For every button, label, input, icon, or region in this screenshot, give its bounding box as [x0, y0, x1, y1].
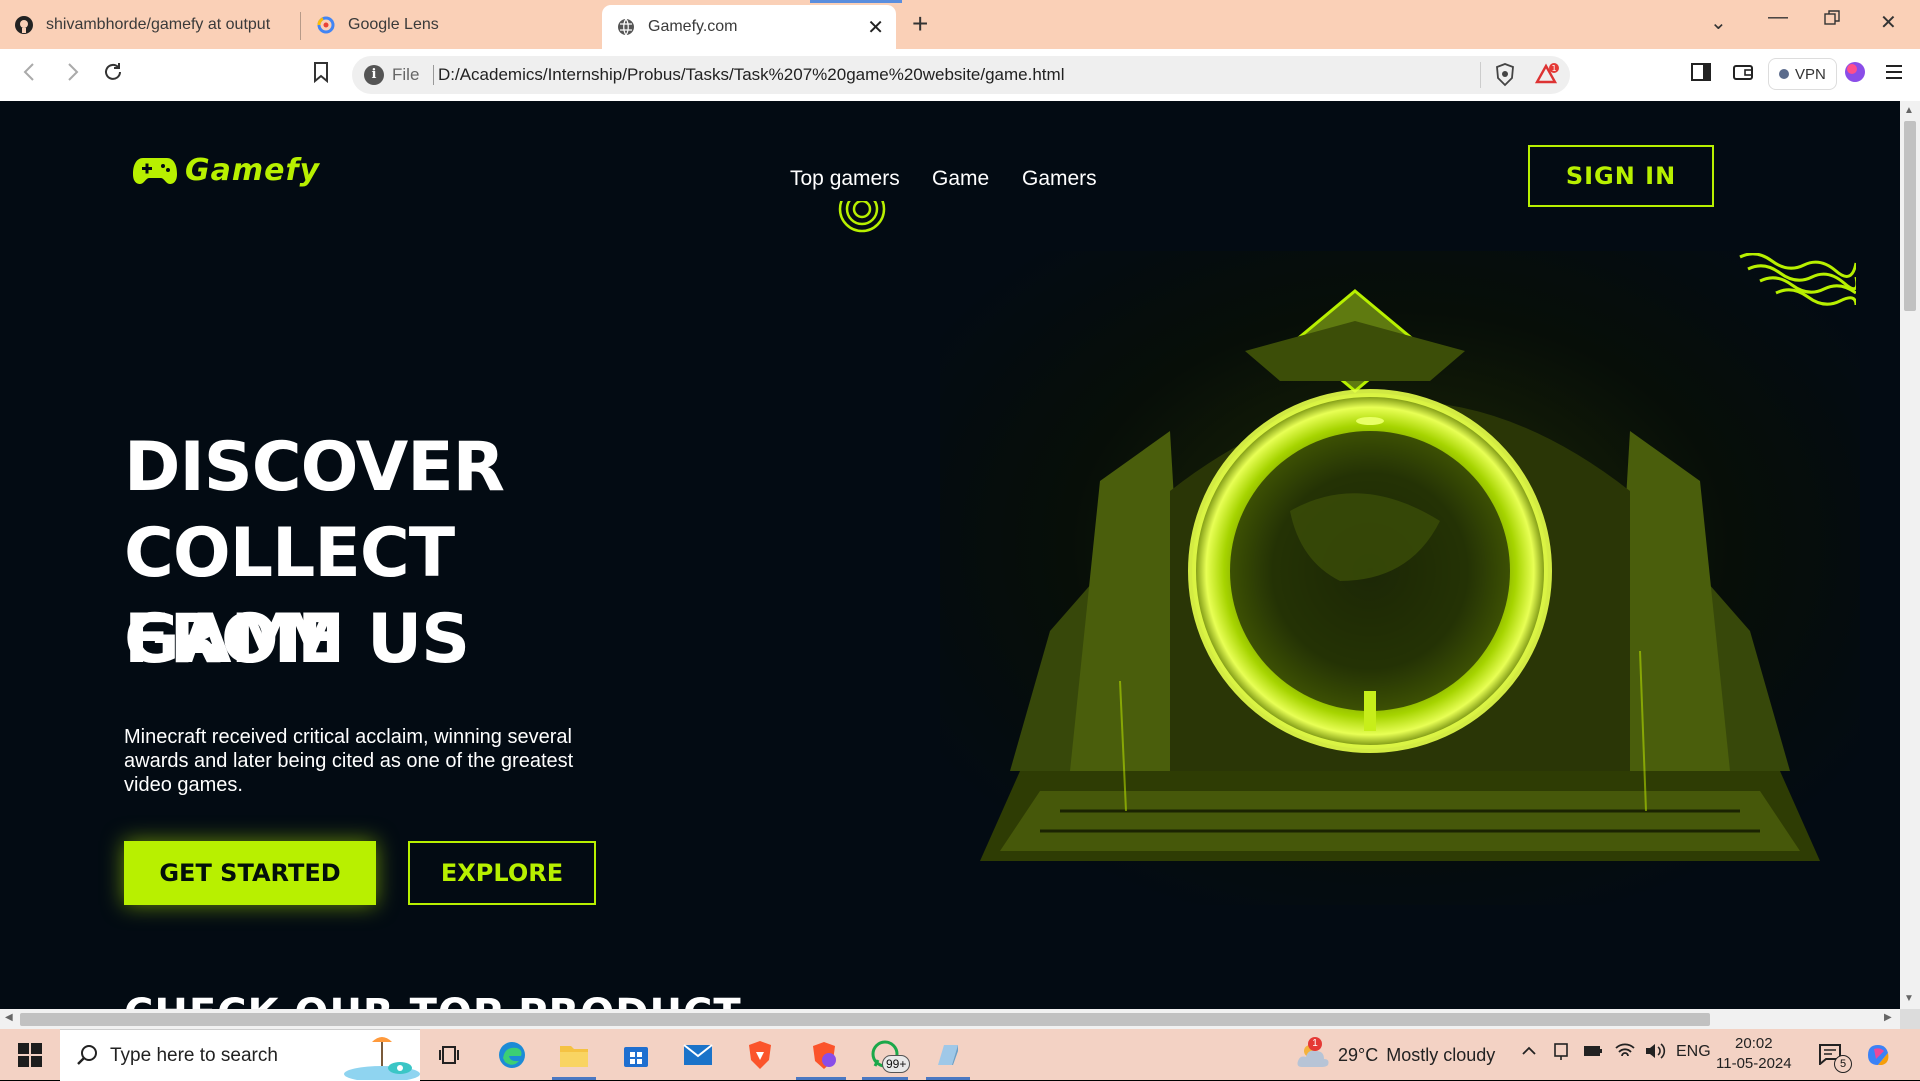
gamepad-icon: [133, 156, 177, 186]
search-icon: [76, 1044, 98, 1066]
windows-taskbar: Type here to search 99+ 1 29°C Mostly cl…: [0, 1029, 1920, 1081]
explore-button[interactable]: EXPLORE: [408, 841, 596, 905]
brave-browser-icon[interactable]: [742, 1037, 778, 1073]
browser-toolbar: i File D:/Academics/Internship/Probus/Ta…: [0, 49, 1920, 102]
sign-in-button[interactable]: SIGN IN: [1528, 145, 1714, 207]
taskbar-search-input[interactable]: Type here to search: [60, 1029, 420, 1081]
close-tab-icon[interactable]: ✕: [867, 15, 884, 40]
scroll-up-icon[interactable]: ▲: [1904, 105, 1914, 116]
tab-title: shivambhorde/gamefy at output: [46, 16, 271, 33]
reload-icon[interactable]: [102, 61, 124, 83]
vpn-label: VPN: [1795, 65, 1826, 83]
device-icon[interactable]: [1552, 1041, 1570, 1061]
address-divider: [1480, 62, 1481, 88]
back-icon[interactable]: [20, 61, 40, 83]
scroll-right-icon[interactable]: ▶: [1884, 1012, 1892, 1023]
site-info-icon[interactable]: i: [364, 65, 384, 85]
svg-text:1: 1: [1551, 64, 1556, 73]
volume-icon[interactable]: [1644, 1041, 1666, 1061]
wallet-icon[interactable]: [1732, 61, 1754, 83]
windows-start-icon[interactable]: [18, 1043, 42, 1067]
battery-icon[interactable]: [1582, 1041, 1604, 1061]
forward-icon[interactable]: [62, 61, 82, 83]
tab-title: Google Lens: [348, 16, 439, 33]
weather-widget[interactable]: 1 29°C Mostly cloudy: [1296, 1037, 1496, 1069]
site-logo[interactable]: Gamefy: [133, 153, 320, 188]
hero-portal-image: [940, 251, 1860, 905]
vpn-status-icon: [1779, 69, 1789, 79]
clock-date: 11-05-2024: [1716, 1055, 1792, 1072]
tab-separator: [300, 12, 301, 40]
taskbar-clock[interactable]: 20:02 11-05-2024: [1716, 1034, 1792, 1074]
chevron-up-icon[interactable]: [1520, 1041, 1538, 1061]
weather-condition: Mostly cloudy: [1386, 1044, 1496, 1065]
browser-tab-strip: shivambhorde/gamefy at output Google Len…: [0, 0, 1920, 49]
vpn-button[interactable]: VPN: [1768, 58, 1837, 90]
google-lens-icon: [316, 15, 336, 35]
close-window-icon[interactable]: ✕: [1880, 10, 1897, 35]
url-text[interactable]: D:/Academics/Internship/Probus/Tasks/Tas…: [438, 65, 1064, 85]
edge-icon[interactable]: [494, 1037, 530, 1073]
microsoft-store-icon[interactable]: [618, 1037, 654, 1073]
concentric-circles-decoration: [838, 201, 886, 233]
notification-count-badge: 5: [1834, 1055, 1852, 1073]
minimize-icon[interactable]: —: [1768, 6, 1788, 29]
brave-rewards-icon[interactable]: 1: [1534, 62, 1560, 88]
clock-time: 20:02: [1735, 1035, 1773, 1052]
tab-loading-indicator: [810, 0, 902, 3]
brave-profile-icon[interactable]: [806, 1037, 842, 1073]
scroll-left-icon[interactable]: ◀: [5, 1012, 13, 1023]
globe-icon: [616, 17, 636, 37]
vertical-scrollbar[interactable]: ▲ ▼: [1900, 101, 1920, 1009]
logo-text: Gamefy: [185, 153, 321, 188]
language-indicator[interactable]: ENG: [1676, 1043, 1711, 1061]
cloudy-weather-icon: 1: [1296, 1037, 1330, 1069]
sidebar-toggle-icon[interactable]: [1690, 61, 1712, 83]
leo-ai-icon[interactable]: [1844, 61, 1866, 83]
wifi-icon[interactable]: [1614, 1041, 1636, 1061]
search-placeholder: Type here to search: [110, 1045, 278, 1066]
search-highlight-image: [342, 1032, 420, 1080]
task-view-icon[interactable]: [432, 1037, 468, 1073]
file-explorer-icon[interactable]: [556, 1037, 592, 1073]
whatsapp-badge: 99+: [882, 1055, 911, 1073]
mail-icon[interactable]: [680, 1037, 716, 1073]
get-started-button[interactable]: GET STARTED: [124, 841, 376, 905]
nav-gamers[interactable]: Gamers: [1022, 167, 1097, 191]
page-viewport: Gamefy Top gamers Game Gamers SIGN IN DI…: [0, 101, 1900, 1009]
tab-gamefy[interactable]: Gamefy.com ✕: [602, 5, 896, 49]
tab-search-chevron-icon[interactable]: ⌄: [1710, 10, 1727, 35]
url-scheme: File: [392, 65, 420, 84]
address-bar[interactable]: i File D:/Academics/Internship/Probus/Ta…: [352, 56, 1570, 94]
menu-icon[interactable]: [1884, 61, 1904, 83]
tab-title: Gamefy.com: [648, 18, 738, 35]
tab-github[interactable]: shivambhorde/gamefy at output: [14, 5, 294, 45]
copilot-icon[interactable]: [1864, 1041, 1892, 1069]
scrollbar-corner: [1900, 1009, 1920, 1029]
notification-center-icon[interactable]: 5: [1818, 1043, 1852, 1073]
horizontal-scrollbar[interactable]: ◀ ▶: [0, 1009, 1900, 1029]
next-section-title: CHECK OUR TOP PRODUCT: [124, 991, 742, 1009]
scroll-down-icon[interactable]: ▼: [1904, 993, 1914, 1004]
weather-alert-badge: 1: [1308, 1037, 1322, 1051]
nav-top-gamers[interactable]: Top gamers: [790, 167, 900, 191]
brave-shields-icon[interactable]: [1494, 63, 1516, 87]
tab-google-lens[interactable]: Google Lens: [316, 5, 596, 45]
scrollbar-thumb[interactable]: [1904, 121, 1916, 311]
wavy-lines-decoration: [1736, 253, 1856, 313]
hero-title-line-1: DISCOVER: [124, 428, 505, 507]
bookmark-icon[interactable]: [312, 61, 330, 83]
restore-icon[interactable]: [1824, 10, 1840, 26]
notes-app-icon[interactable]: [930, 1037, 966, 1073]
github-icon: [14, 15, 34, 35]
scrollbar-thumb[interactable]: [20, 1013, 1710, 1026]
new-tab-icon[interactable]: +: [912, 8, 928, 40]
nav-game[interactable]: Game: [932, 167, 989, 191]
hero-title-line-3: FROM US: [124, 600, 470, 679]
scheme-divider: [433, 65, 434, 85]
hero-description: Minecraft received critical acclaim, win…: [124, 726, 574, 796]
weather-temperature: 29°C: [1338, 1044, 1379, 1065]
